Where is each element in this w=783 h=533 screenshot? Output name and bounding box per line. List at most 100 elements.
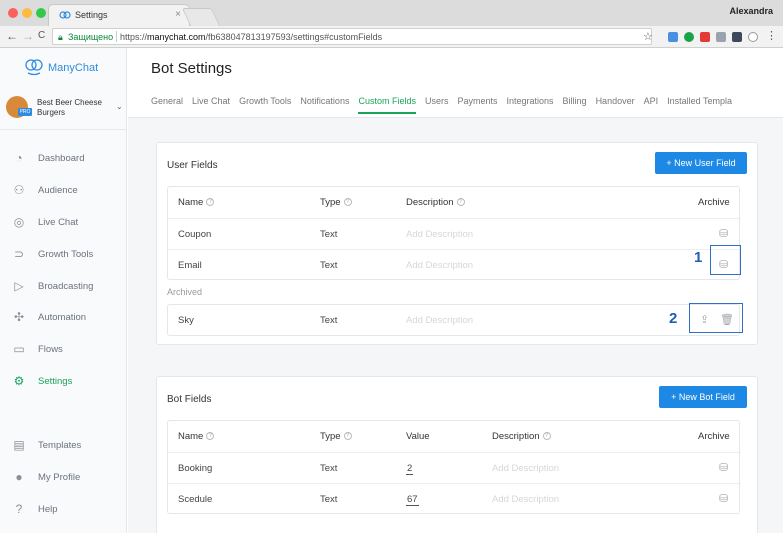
table-row: Booking Text 2 Add Description ⛁ bbox=[168, 452, 741, 483]
field-name: Sky bbox=[178, 315, 194, 326]
tab-installed-templa[interactable]: Installed Templa bbox=[667, 96, 732, 112]
sidebar-item-label: Settings bbox=[38, 376, 73, 387]
sidebar-item-templates[interactable]: ▤ Templates bbox=[0, 435, 127, 457]
extension-circle-icon[interactable] bbox=[748, 32, 758, 42]
tab-live-chat[interactable]: Live Chat bbox=[192, 96, 230, 112]
sidebar-item-label: My Profile bbox=[38, 472, 81, 483]
tab-users[interactable]: Users bbox=[425, 96, 449, 112]
sidebar-item-my-profile[interactable]: ● My Profile bbox=[0, 467, 127, 489]
field-value[interactable]: 2 bbox=[406, 463, 414, 475]
sidebar: ManyChat PRO Best Beer Cheese Burgers ⌄ … bbox=[0, 48, 127, 533]
sidebar-item-help[interactable]: ? Help bbox=[0, 499, 127, 521]
field-name: Booking bbox=[178, 463, 213, 474]
sidebar-item-label: Audience bbox=[38, 185, 78, 196]
callout-number-1: 1 bbox=[694, 249, 703, 266]
my-profile-icon: ● bbox=[15, 470, 23, 484]
help-icon: ? bbox=[206, 198, 215, 207]
back-icon[interactable]: ← bbox=[6, 29, 18, 43]
field-type: Text bbox=[320, 229, 338, 240]
archive-icon[interactable]: ⛁ bbox=[719, 492, 728, 505]
user-fields-title: User Fields bbox=[167, 160, 218, 171]
col-description: Description bbox=[406, 197, 454, 208]
pro-badge: PRO bbox=[18, 108, 32, 116]
sidebar-item-flows[interactable]: ▭ Flows bbox=[0, 339, 127, 361]
add-description-link[interactable]: Add Description bbox=[492, 494, 559, 505]
add-description-link[interactable]: Add Description bbox=[406, 315, 473, 326]
field-name: Coupon bbox=[178, 229, 212, 240]
tab-integrations[interactable]: Integrations bbox=[507, 96, 554, 112]
tab-billing[interactable]: Billing bbox=[563, 96, 587, 112]
tab-title: Settings bbox=[75, 10, 108, 20]
brand-name: ManyChat bbox=[48, 62, 99, 74]
tab-notifications[interactable]: Notifications bbox=[300, 96, 349, 112]
bookmark-star-icon[interactable]: ☆ bbox=[643, 30, 653, 43]
reload-icon[interactable]: C bbox=[38, 30, 45, 41]
sidebar-item-dashboard[interactable]: ◔ Dashboard bbox=[0, 148, 127, 170]
maximize-window-button[interactable] bbox=[36, 8, 46, 18]
callout-box-1 bbox=[710, 245, 741, 275]
tab-payments[interactable]: Payments bbox=[457, 96, 497, 112]
tab-custom-fields[interactable]: Custom Fields bbox=[358, 96, 416, 114]
sidebar-item-growth-tools[interactable]: ⊃ Growth Tools bbox=[0, 244, 127, 266]
sidebar-item-automation[interactable]: ✣ Automation bbox=[0, 307, 127, 329]
sidebar-item-broadcasting[interactable]: ▷ Broadcasting bbox=[0, 276, 127, 298]
tab-close-icon[interactable]: × bbox=[175, 9, 181, 20]
lock-icon: 🔒︎ bbox=[58, 32, 63, 42]
field-type: Text bbox=[320, 315, 338, 326]
new-bot-field-button[interactable]: + New Bot Field bbox=[659, 386, 747, 408]
table-row: Email Text Add Description ⛁ bbox=[168, 249, 741, 280]
settings-icon: ⚙ bbox=[13, 374, 25, 388]
field-name: Scedule bbox=[178, 494, 213, 505]
new-user-field-button[interactable]: + New User Field bbox=[655, 152, 747, 174]
tab-growth-tools[interactable]: Growth Tools bbox=[239, 96, 291, 112]
tab-handover[interactable]: Handover bbox=[596, 96, 635, 112]
extension-gray-icon[interactable] bbox=[716, 32, 726, 42]
tab-general[interactable]: General bbox=[151, 96, 183, 112]
add-description-link[interactable]: Add Description bbox=[492, 463, 559, 474]
callout-number-2: 2 bbox=[669, 310, 678, 327]
chevron-down-icon: ⌄ bbox=[116, 102, 123, 111]
automation-icon: ✣ bbox=[13, 310, 25, 324]
help-icon: ? bbox=[456, 198, 465, 207]
user-fields-table: Name? Type? Description? Archive Coupon … bbox=[167, 186, 741, 280]
help-icon: ? bbox=[343, 432, 352, 441]
add-description-link[interactable]: Add Description bbox=[406, 229, 473, 240]
forward-icon[interactable]: → bbox=[22, 29, 34, 43]
field-value[interactable]: 67 bbox=[406, 494, 419, 506]
field-type: Text bbox=[320, 260, 338, 271]
col-type: Type bbox=[320, 197, 341, 208]
extension-red-icon[interactable] bbox=[700, 32, 710, 42]
sidebar-item-label: Dashboard bbox=[38, 153, 85, 164]
field-type: Text bbox=[320, 494, 338, 505]
bot-fields-table: Name? Type? Value Description? Archive B… bbox=[167, 420, 741, 514]
sidebar-item-settings[interactable]: ⚙ Settings bbox=[0, 371, 127, 393]
main-content: Bot Settings General Live Chat Growth Tool… bbox=[128, 48, 783, 533]
archive-icon[interactable]: ⛁ bbox=[719, 227, 728, 240]
table-row: Coupon Text Add Description ⛁ bbox=[168, 218, 741, 249]
sidebar-item-label: Growth Tools bbox=[38, 249, 94, 260]
table-row: Scedule Text 67 Add Description ⛁ bbox=[168, 483, 741, 514]
dashboard-icon: ◔ bbox=[15, 151, 23, 165]
browser-menu-icon[interactable]: ⋮ bbox=[766, 29, 777, 42]
browser-profile-name[interactable]: Alexandra bbox=[729, 6, 773, 16]
bot-fields-card: Bot Fields + New Bot Field Name? Type? V… bbox=[156, 376, 758, 533]
page-title: Bot Settings bbox=[151, 60, 232, 77]
archive-icon[interactable]: ⛁ bbox=[719, 461, 728, 474]
account-switcher[interactable]: PRO Best Beer Cheese Burgers ⌄ bbox=[0, 94, 127, 130]
address-bar[interactable]: 🔒︎ Защищено https://manychat.com/fb63804… bbox=[52, 28, 652, 45]
manychat-logo-icon bbox=[25, 59, 43, 76]
sidebar-item-live-chat[interactable]: ◎ Live Chat bbox=[0, 212, 127, 234]
extension-grammarly-icon[interactable] bbox=[684, 32, 694, 42]
browser-tab-settings[interactable]: Settings × bbox=[48, 4, 190, 26]
extension-translate-icon[interactable] bbox=[668, 32, 678, 42]
tab-api[interactable]: API bbox=[644, 96, 659, 112]
settings-header: Bot Settings General Live Chat Growth Tool… bbox=[128, 48, 783, 118]
close-window-button[interactable] bbox=[8, 8, 18, 18]
minimize-window-button[interactable] bbox=[22, 8, 32, 18]
add-description-link[interactable]: Add Description bbox=[406, 260, 473, 271]
col-archive: Archive bbox=[698, 431, 730, 442]
user-fields-card: User Fields + New User Field Name? Type?… bbox=[156, 142, 758, 345]
sidebar-item-audience[interactable]: ⚇ Audience bbox=[0, 180, 127, 202]
extension-dark-icon[interactable] bbox=[732, 32, 742, 42]
sidebar-item-label: Templates bbox=[38, 440, 82, 451]
